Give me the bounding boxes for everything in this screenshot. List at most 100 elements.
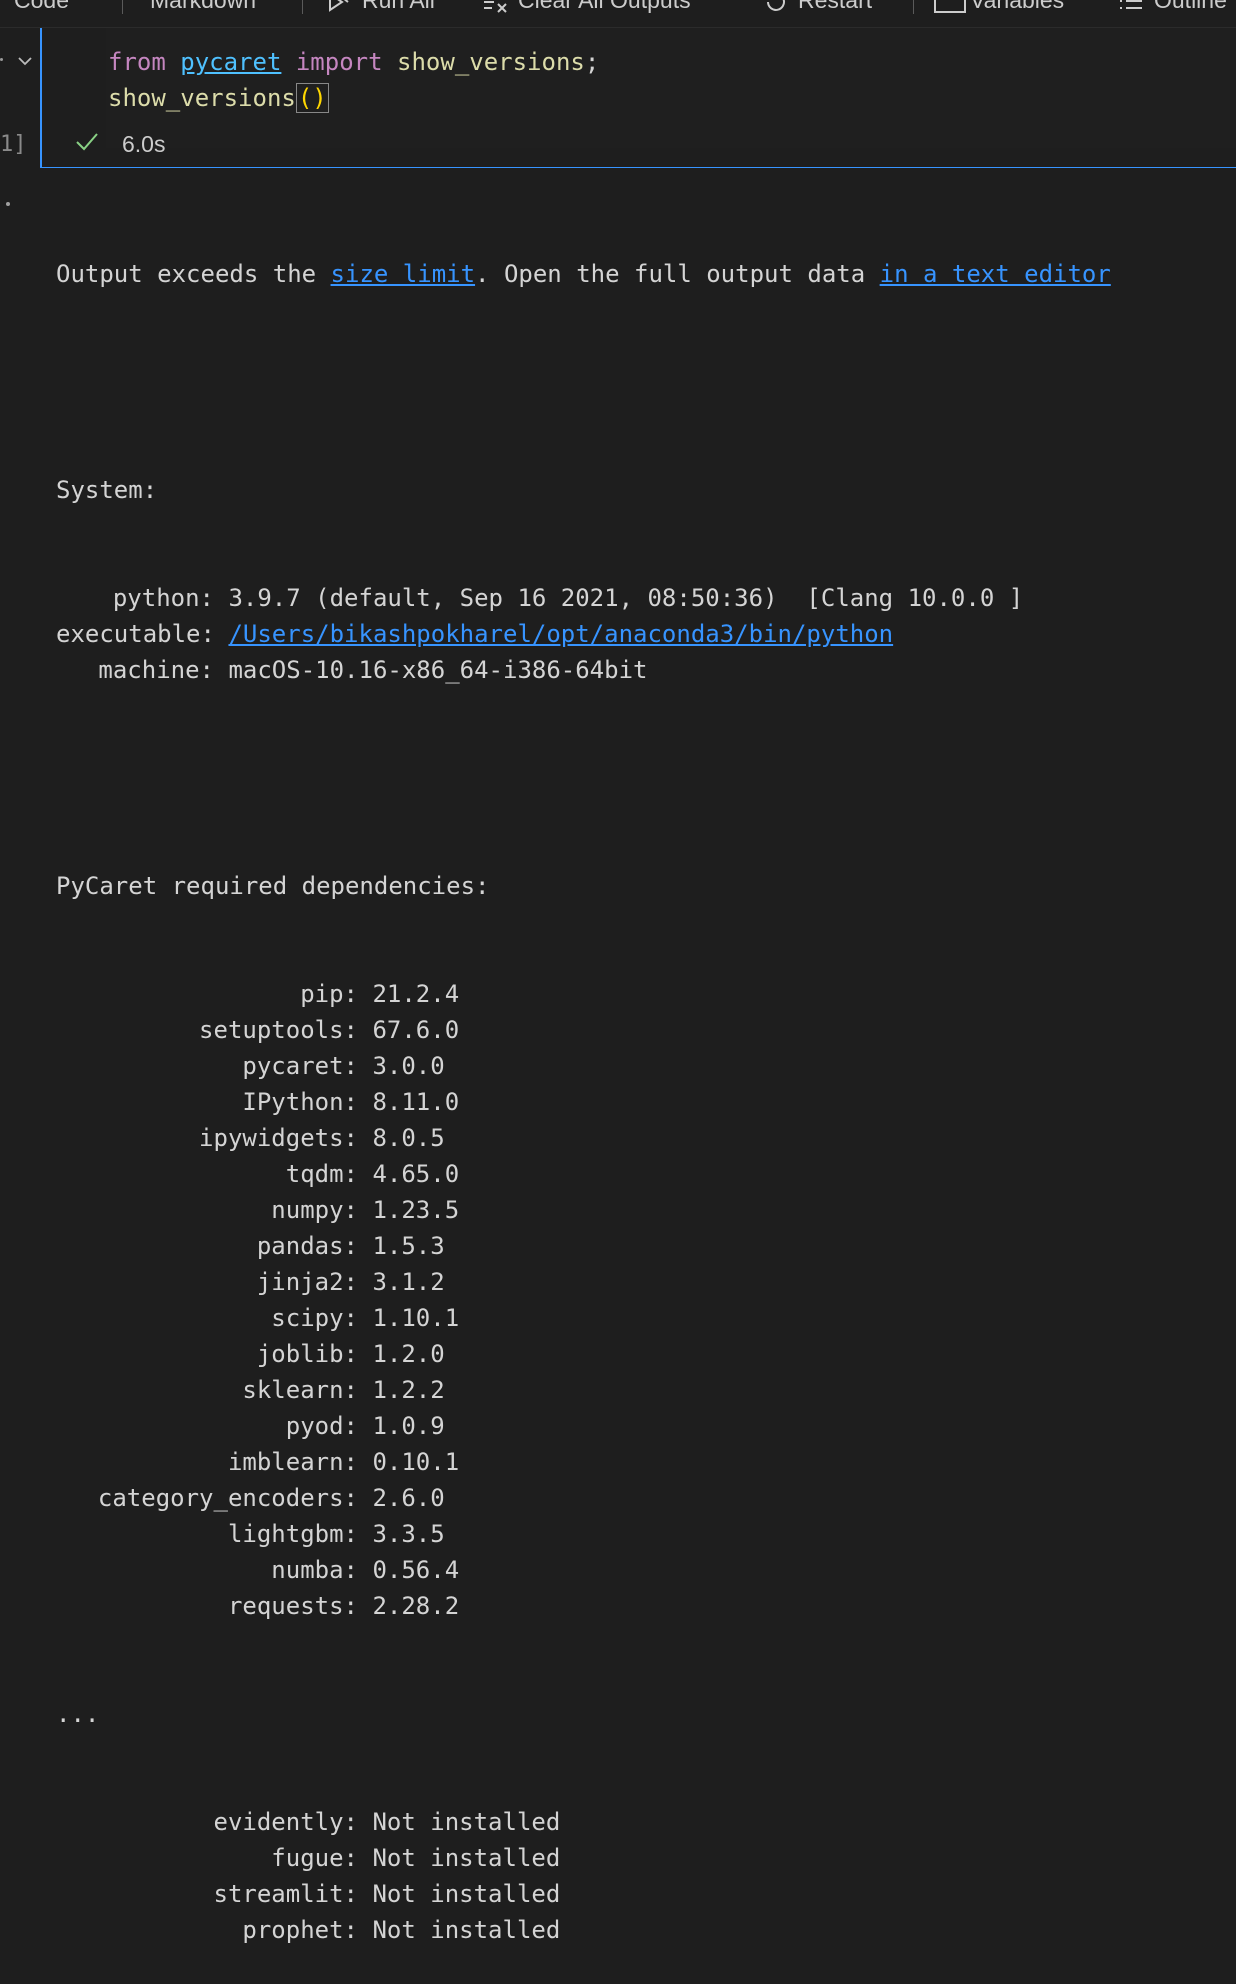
output-value: 3.1.2 [372,1268,445,1296]
output-row: IPython: 8.11.0 [56,1084,1226,1120]
toolbar-separator [122,0,123,14]
toolbar-separator [913,0,914,14]
output-row: fugue: Not installed [56,1840,1226,1876]
output-key: pandas: [256,1232,358,1260]
output-row: evidently: Not installed [56,1804,1226,1840]
variables-button[interactable]: Variables [934,0,1064,14]
output-value: 1.5.3 [372,1232,445,1260]
output-key: fugue: [271,1844,358,1872]
output-key: requests: [227,1592,358,1620]
output-row: numpy: 1.23.5 [56,1192,1226,1228]
output-key: evidently: [213,1808,359,1836]
output-row: jinja2: 3.1.2 [56,1264,1226,1300]
output-row: prophet: Not installed [56,1912,1226,1948]
code-cell[interactable]: from pycaret import show_versions; show_… [40,28,1236,168]
code-line-1[interactable]: from pycaret import show_versions; [108,44,599,80]
output-value: 21.2.4 [372,980,460,1008]
gutter-dot [0,58,3,61]
execution-time: 6.0s [122,130,166,157]
add-markdown-cell-button[interactable]: Markdown [150,0,256,14]
output-value: macOS-10.16-x86_64-i386-64bit [228,656,648,684]
output-ellipsis: ... [56,1700,100,1728]
dependencies-list: pip: 21.2.4 setuptools: 67.6.0 pycaret: 3.… [56,976,1226,1624]
output-key: pyod: [285,1412,358,1440]
output-row: joblib: 1.2.0 [56,1336,1226,1372]
output-row: tqdm: 4.65.0 [56,1156,1226,1192]
output-value: Not installed [372,1880,561,1908]
output-value: Not installed [372,1916,561,1944]
output-key: machine: [98,656,214,684]
restart-button[interactable]: Restart [762,0,872,14]
output-value: Not installed [372,1844,561,1872]
output-key: category_encoders: [97,1484,358,1512]
output-value: 3.9.7 (default, Sep 16 2021, 08:50:36) [… [228,584,1024,612]
add-code-cell-button[interactable]: Code [14,0,69,14]
size-limit-link[interactable]: size limit [331,260,476,288]
output-truncation-notice: Output exceeds the size limit. Open the … [56,260,1111,288]
output-value: Not installed [372,1808,561,1836]
output-value: 67.6.0 [372,1016,460,1044]
output-key: tqdm: [285,1160,358,1188]
outline-button[interactable]: Outline [1118,0,1227,14]
output-row: pip: 21.2.4 [56,976,1226,1012]
output-key: ipywidgets: [199,1124,358,1152]
output-value: 8.11.0 [372,1088,460,1116]
output-row: python: 3.9.7 (default, Sep 16 2021, 08:… [56,580,1226,616]
output-row: sklearn: 1.2.2 [56,1372,1226,1408]
output-value: 1.10.1 [372,1304,460,1332]
output-row: machine: macOS-10.16-x86_64-i386-64bit [56,652,1226,688]
output-key: IPython: [242,1088,358,1116]
output-value: 4.65.0 [372,1160,460,1188]
output-row: pyod: 1.0.9 [56,1408,1226,1444]
output-row: setuptools: 67.6.0 [56,1012,1226,1048]
output-row: executable: /Users/bikashpokharel/opt/an… [56,616,1226,652]
cell-output: Output exceeds the size limit. Open the … [56,184,1226,1984]
output-value: 0.10.1 [372,1448,460,1476]
execution-status: 6.0s [74,128,165,160]
clear-outputs-icon [482,0,508,14]
output-key: lightgbm: [227,1520,358,1548]
output-key: setuptools: [199,1016,358,1044]
output-key: numba: [271,1556,358,1584]
output-value: 2.6.0 [372,1484,445,1512]
output-row: imblearn: 0.10.1 [56,1444,1226,1480]
output-key: executable: [56,620,215,648]
output-row: requests: 2.28.2 [56,1588,1226,1624]
output-key: jinja2: [256,1268,358,1296]
output-value: 1.0.9 [372,1412,445,1440]
output-key: numpy: [271,1196,358,1224]
code-line-2[interactable]: show_versions() [108,80,329,116]
output-row: category_encoders: 2.6.0 [56,1480,1226,1516]
output-key: scipy: [271,1304,358,1332]
collapse-cell-icon[interactable] [16,52,34,70]
output-collapse-dot[interactable] [6,202,10,206]
open-in-text-editor-link[interactable]: in a text editor [880,260,1111,288]
output-key: pip: [300,980,358,1008]
clear-all-outputs-button[interactable]: Clear All Outputs [482,0,691,14]
output-row: pandas: 1.5.3 [56,1228,1226,1264]
output-value: 1.2.2 [372,1376,445,1404]
run-all-button[interactable]: Run All [326,0,435,14]
output-row: ipywidgets: 8.0.5 [56,1120,1226,1156]
output-key: sklearn: [242,1376,358,1404]
output-key: prophet: [242,1916,358,1944]
output-row: numba: 0.56.4 [56,1552,1226,1588]
output-key: python: [112,584,214,612]
output-value: 1.23.5 [372,1196,460,1224]
dependencies-header: PyCaret required dependencies: [56,872,490,900]
output-value: 1.2.0 [372,1340,445,1368]
outline-icon [1118,0,1144,14]
output-key: pycaret: [242,1052,358,1080]
system-header: System: [56,476,158,504]
output-value: 3.0.0 [372,1052,445,1080]
restart-icon [762,0,788,14]
variables-icon [934,0,966,14]
output-value: 3.3.5 [372,1520,445,1548]
output-key: streamlit: [213,1880,359,1908]
notebook-toolbar: Code Markdown Run All Clear All Outputs … [0,0,1236,28]
executable-path-link[interactable]: /Users/bikashpokharel/opt/anaconda3/bin/… [228,620,893,648]
output-key: imblearn: [227,1448,358,1476]
toolbar-separator [302,0,303,14]
optional-dependencies-list: evidently: Not installed fugue: Not insta… [56,1804,1226,1948]
run-all-icon [326,0,352,14]
